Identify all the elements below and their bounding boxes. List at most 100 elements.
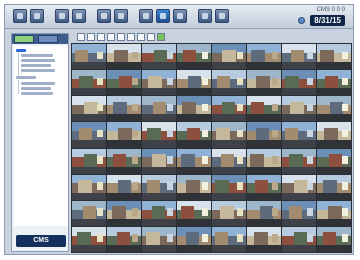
camera-tile[interactable] bbox=[212, 226, 246, 252]
camera-tile[interactable] bbox=[142, 200, 176, 226]
layout-16-icon[interactable] bbox=[114, 9, 128, 23]
person-icon[interactable] bbox=[139, 9, 153, 23]
tab-groups[interactable] bbox=[38, 35, 58, 43]
camera-tile[interactable] bbox=[212, 174, 246, 200]
grid-64-icon[interactable] bbox=[156, 9, 170, 23]
camera-tile[interactable] bbox=[317, 200, 351, 226]
camera-tile[interactable] bbox=[107, 174, 141, 200]
camera-tile[interactable] bbox=[247, 96, 281, 122]
tree-root[interactable] bbox=[16, 49, 26, 52]
camera-tile[interactable] bbox=[72, 44, 106, 70]
camera-tile[interactable] bbox=[72, 122, 106, 148]
camera-tile[interactable] bbox=[212, 200, 246, 226]
layout-1-icon[interactable] bbox=[55, 9, 69, 23]
split-8-icon[interactable] bbox=[107, 33, 115, 41]
camera-tile[interactable] bbox=[247, 174, 281, 200]
split-64-icon[interactable] bbox=[157, 33, 165, 41]
playback-icon[interactable] bbox=[173, 9, 187, 23]
camera-tile[interactable] bbox=[142, 122, 176, 148]
camera-tile[interactable] bbox=[247, 148, 281, 174]
camera-tile[interactable] bbox=[107, 96, 141, 122]
camera-tile[interactable] bbox=[317, 174, 351, 200]
tree-item[interactable] bbox=[21, 87, 51, 90]
camera-tile[interactable] bbox=[142, 226, 176, 252]
camera-tile[interactable] bbox=[72, 148, 106, 174]
tree-item[interactable] bbox=[21, 69, 55, 72]
feed-building bbox=[182, 49, 197, 63]
camera-tile[interactable] bbox=[212, 96, 246, 122]
camera-tile[interactable] bbox=[247, 70, 281, 96]
camera-tile[interactable] bbox=[212, 44, 246, 70]
camera-tile[interactable] bbox=[142, 174, 176, 200]
settings-icon[interactable] bbox=[198, 9, 212, 23]
camera-tile[interactable] bbox=[107, 200, 141, 226]
camera-tile[interactable] bbox=[177, 200, 211, 226]
camera-tile[interactable] bbox=[282, 174, 316, 200]
tab-devices[interactable] bbox=[14, 35, 34, 43]
camera-tile[interactable] bbox=[142, 148, 176, 174]
tree-item[interactable] bbox=[21, 92, 53, 95]
split-1-icon[interactable] bbox=[77, 33, 85, 41]
camera-tile[interactable] bbox=[212, 148, 246, 174]
camera-tile[interactable] bbox=[107, 226, 141, 252]
tree-item[interactable] bbox=[21, 54, 53, 57]
split-16-icon[interactable] bbox=[127, 33, 135, 41]
camera-tile[interactable] bbox=[317, 148, 351, 174]
camera-tile[interactable] bbox=[317, 122, 351, 148]
camera-tile[interactable] bbox=[72, 200, 106, 226]
feed-building bbox=[182, 101, 196, 116]
camera-tile[interactable] bbox=[247, 200, 281, 226]
camera-tile[interactable] bbox=[142, 70, 176, 96]
split-4-icon[interactable] bbox=[87, 33, 95, 41]
tree-item[interactable] bbox=[21, 82, 55, 85]
camera-tile[interactable] bbox=[177, 44, 211, 70]
layout-9-icon[interactable] bbox=[97, 9, 111, 23]
camera-tile[interactable] bbox=[247, 122, 281, 148]
camera-tile[interactable] bbox=[72, 70, 106, 96]
tree-group[interactable] bbox=[16, 76, 36, 79]
camera-tile[interactable] bbox=[212, 122, 246, 148]
camera-tile[interactable] bbox=[247, 44, 281, 70]
camera-tile[interactable] bbox=[177, 70, 211, 96]
camera-tile[interactable] bbox=[177, 122, 211, 148]
split-36-icon[interactable] bbox=[147, 33, 155, 41]
camera-tile[interactable] bbox=[212, 70, 246, 96]
camera-tile[interactable] bbox=[317, 96, 351, 122]
exit-icon[interactable] bbox=[215, 9, 229, 23]
camera-tile[interactable] bbox=[72, 96, 106, 122]
camera-tile[interactable] bbox=[282, 226, 316, 252]
camera-tile[interactable] bbox=[247, 226, 281, 252]
camera-tile[interactable] bbox=[282, 122, 316, 148]
camera-tile[interactable] bbox=[317, 226, 351, 252]
camera-tile[interactable] bbox=[177, 226, 211, 252]
split-9-icon[interactable] bbox=[117, 33, 125, 41]
feed-window bbox=[131, 182, 138, 190]
camera-tile[interactable] bbox=[142, 44, 176, 70]
camera-tile[interactable] bbox=[107, 44, 141, 70]
feed-window bbox=[96, 129, 103, 138]
camera-tile[interactable] bbox=[72, 226, 106, 252]
camera-tile[interactable] bbox=[107, 148, 141, 174]
camera-tile[interactable] bbox=[317, 70, 351, 96]
camera-tile[interactable] bbox=[177, 174, 211, 200]
camera-tile[interactable] bbox=[177, 148, 211, 174]
camera-tile[interactable] bbox=[282, 44, 316, 70]
camera-tile[interactable] bbox=[282, 148, 316, 174]
camera-tile[interactable] bbox=[317, 44, 351, 70]
camera-tile[interactable] bbox=[142, 96, 176, 122]
camera-tile[interactable] bbox=[177, 96, 211, 122]
camera-tile[interactable] bbox=[107, 122, 141, 148]
camera-tile[interactable] bbox=[72, 174, 106, 200]
device-tree[interactable] bbox=[14, 46, 68, 226]
camera-tile[interactable] bbox=[282, 70, 316, 96]
tree-item[interactable] bbox=[21, 59, 55, 62]
camera-icon[interactable] bbox=[13, 9, 27, 23]
split-6-icon[interactable] bbox=[97, 33, 105, 41]
split-25-icon[interactable] bbox=[137, 33, 145, 41]
camera-tile[interactable] bbox=[282, 96, 316, 122]
layout-4-icon[interactable] bbox=[72, 9, 86, 23]
tree-item[interactable] bbox=[21, 64, 51, 67]
camera-tile[interactable] bbox=[107, 70, 141, 96]
camera-tile[interactable] bbox=[282, 200, 316, 226]
record-icon[interactable] bbox=[30, 9, 44, 23]
